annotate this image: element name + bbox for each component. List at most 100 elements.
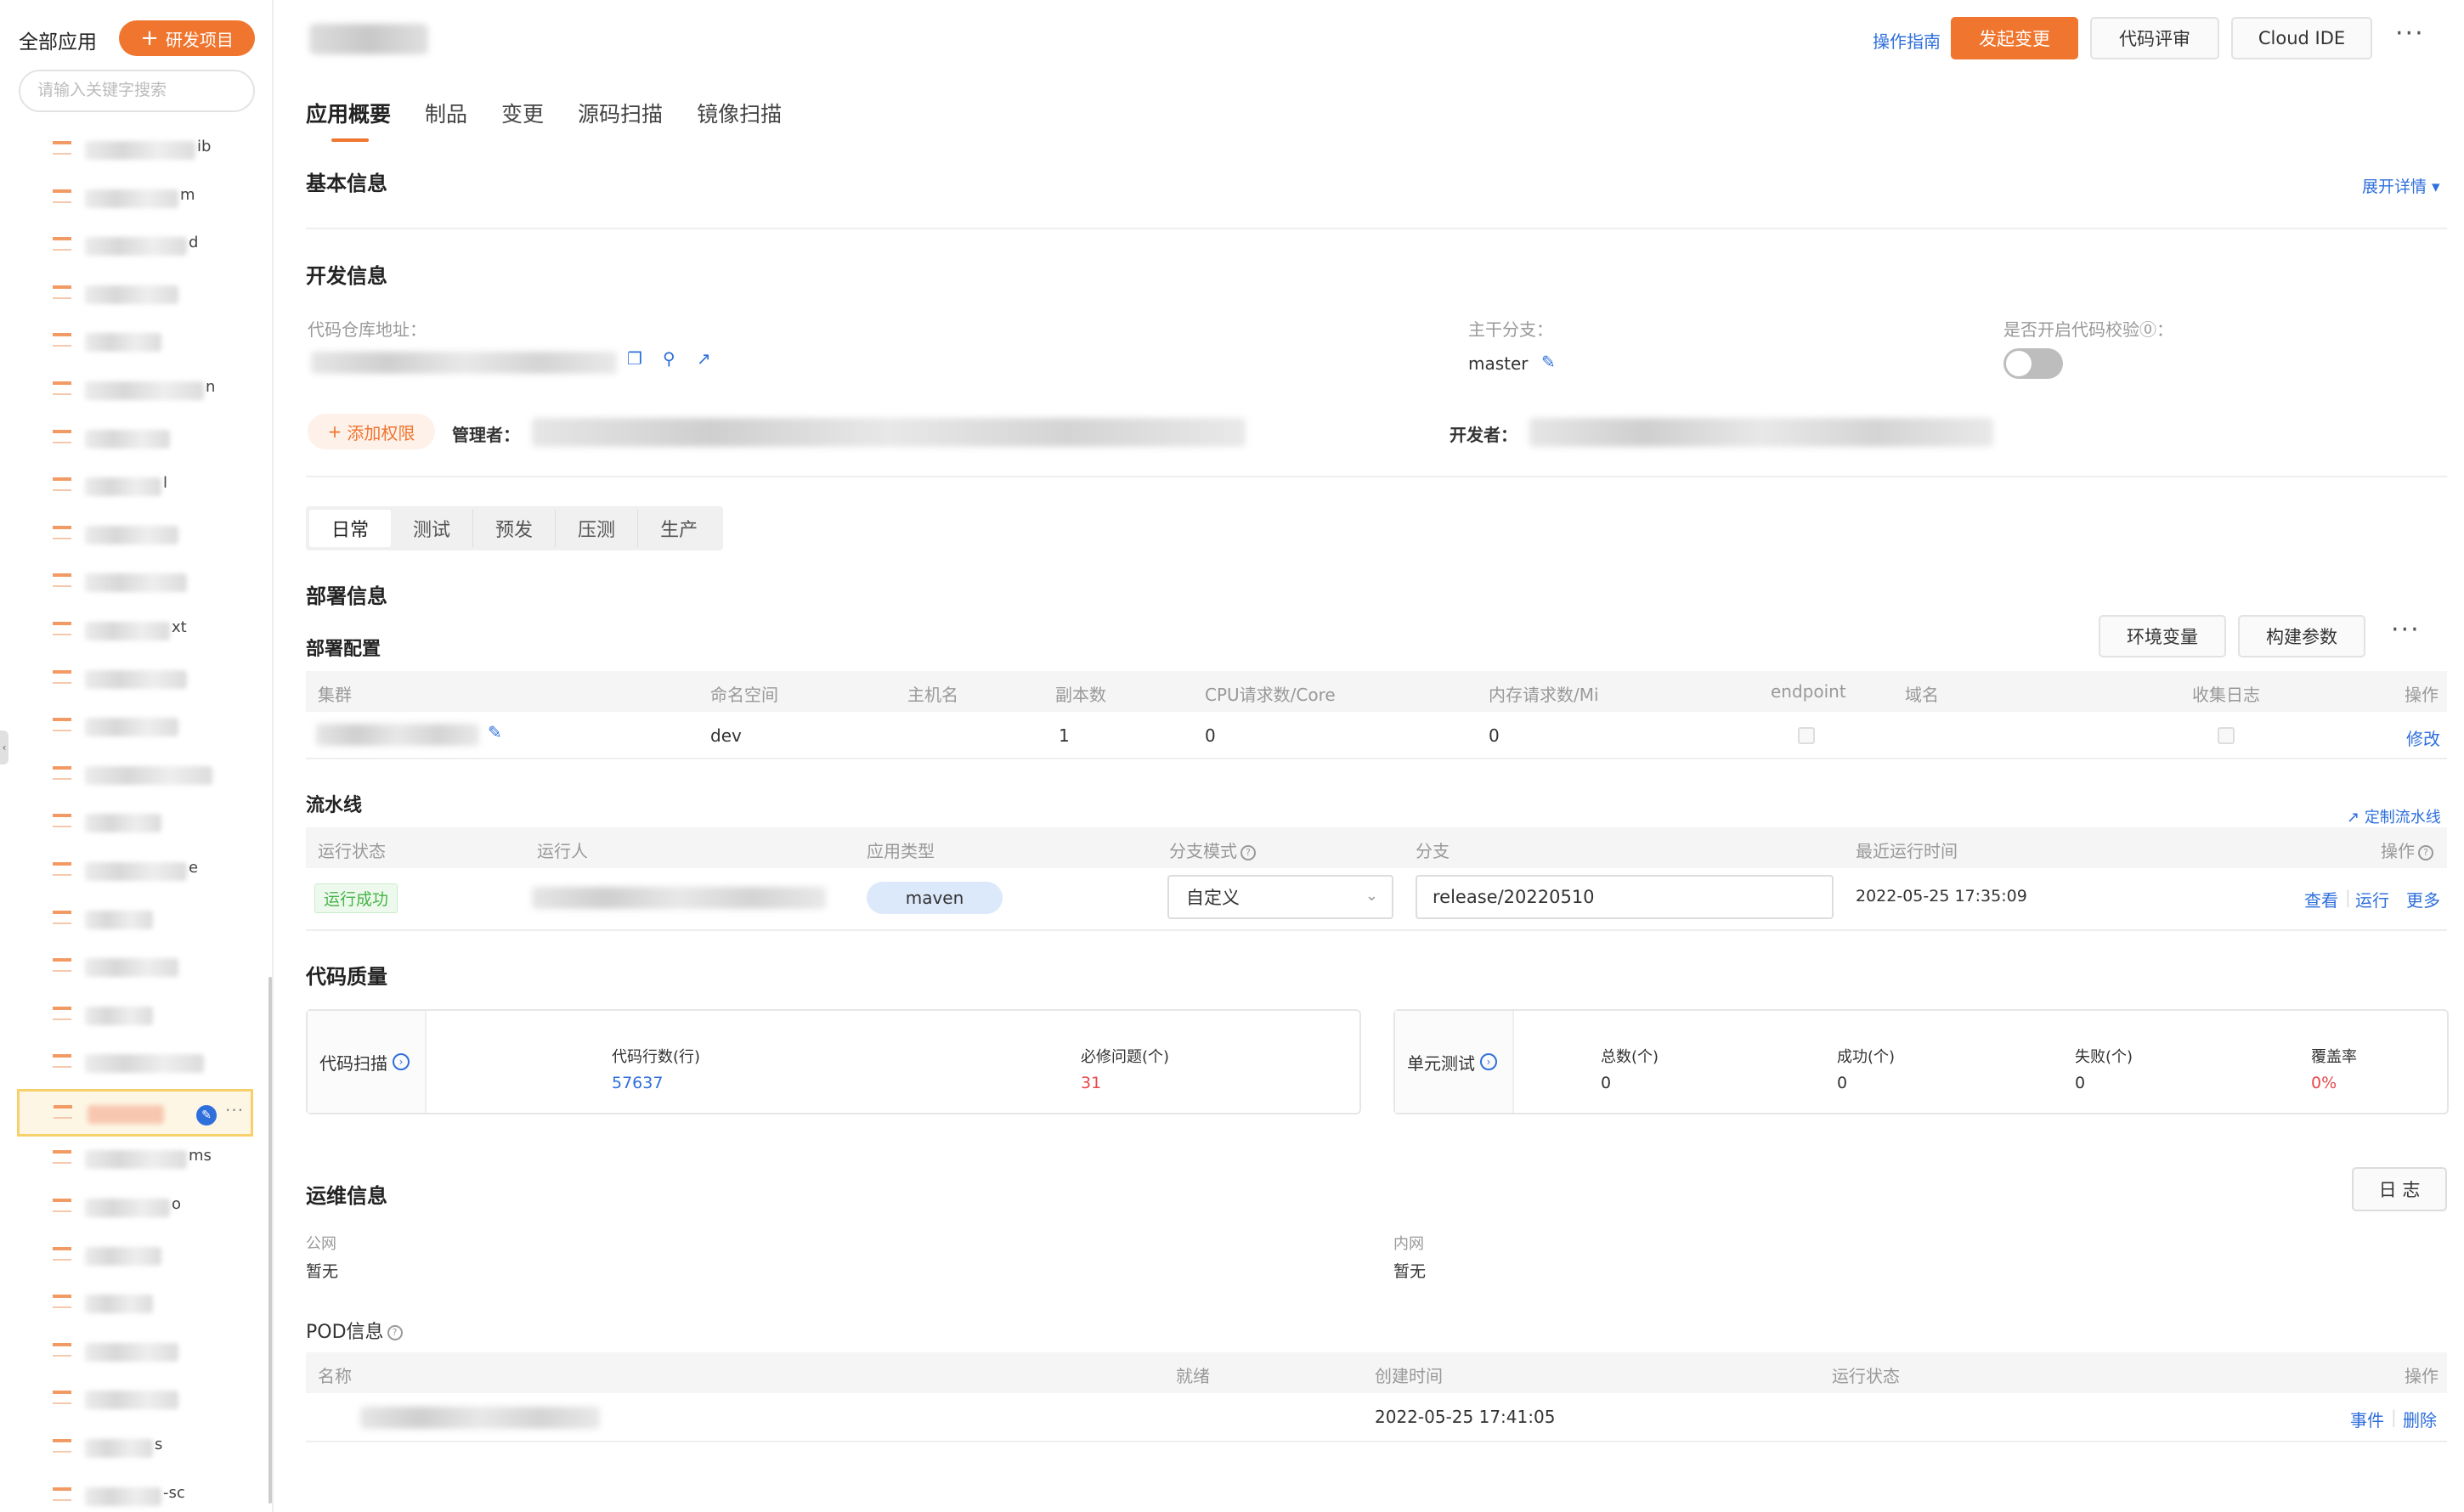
sidebar-app-item[interactable] [0, 272, 265, 320]
admin-list-redacted [532, 418, 1246, 447]
customize-pipeline-link[interactable]: ↗ 定制流水线 [2347, 805, 2441, 827]
sidebar-app-item[interactable] [0, 657, 265, 705]
sidebar-app-item[interactable]: ✎ ··· [17, 1088, 253, 1137]
sidebar-app-item[interactable] [0, 1329, 265, 1378]
cloud-ide-button[interactable]: Cloud IDE [2231, 17, 2372, 59]
sidebar-app-item[interactable] [0, 1281, 265, 1329]
pipeline-table-header: 运行状态 运行人 应用类型 分支模式? 分支 最近运行时间 操作? [306, 827, 2447, 868]
env-tab-daily[interactable]: 日常 [309, 510, 392, 547]
sidebar-app-item[interactable] [0, 560, 265, 608]
app-name-tail: l [163, 474, 168, 493]
collect-logs-checkbox[interactable] [2218, 727, 2235, 744]
code-check-toggle[interactable] [2003, 348, 2063, 379]
col-domain: 域名 [1905, 685, 1939, 705]
tab-overview[interactable]: 应用概要 [306, 98, 391, 142]
env-tab-test[interactable]: 测试 [391, 510, 474, 547]
more-icon[interactable]: ··· [2391, 615, 2421, 645]
env-tab-stress[interactable]: 压测 [556, 510, 639, 547]
must-fix-issues-value[interactable]: 31 [1081, 1074, 1101, 1092]
branch-mode-select[interactable]: 自定义 ⌄ [1167, 875, 1393, 919]
sidebar-app-item[interactable] [0, 897, 265, 945]
help-icon[interactable]: ? [1240, 844, 1256, 860]
edit-icon[interactable]: ✎ [488, 722, 502, 742]
tab-image-scan[interactable]: 镜像扫描 [697, 98, 782, 142]
tab-changes[interactable]: 变更 [501, 98, 544, 142]
add-permission-button[interactable]: + 添加权限 [308, 414, 435, 449]
unit-test-label[interactable]: 单元测试 › [1395, 1011, 1514, 1113]
build-params-button[interactable]: 构建参数 [2238, 615, 2365, 657]
sidebar-app-item[interactable]: o [0, 1185, 265, 1233]
copy-icon[interactable]: ❐ [627, 348, 642, 369]
app-icon [53, 1199, 71, 1213]
sidebar-app-item[interactable] [0, 1041, 265, 1089]
sidebar-app-item[interactable]: xt [0, 608, 265, 657]
collapse-sidebar-icon[interactable]: ‹ [0, 731, 8, 764]
sidebar-app-item[interactable] [0, 1233, 265, 1282]
branch-input[interactable]: release/20220510 [1416, 875, 1834, 919]
more-link[interactable]: 更多 [2406, 887, 2440, 911]
help-icon[interactable]: ? [2418, 844, 2433, 860]
initiate-change-button[interactable]: 发起变更 [1951, 17, 2078, 59]
sidebar-app-item[interactable]: l [0, 464, 265, 512]
sidebar-app-item[interactable]: s [0, 1425, 265, 1474]
sidebar-title: 全部应用 [19, 31, 97, 54]
guide-link[interactable]: 操作指南 [1873, 28, 1941, 53]
events-link[interactable]: 事件 [2350, 1407, 2384, 1431]
app-search-input[interactable] [19, 70, 255, 112]
sidebar-app-item[interactable] [0, 704, 265, 753]
sidebar-app-item[interactable]: n [0, 368, 265, 416]
sidebar-app-item[interactable] [0, 512, 265, 561]
edit-icon[interactable]: ✎ [1541, 352, 1556, 372]
tab-source-scan[interactable]: 源码扫描 [578, 98, 663, 142]
divider [306, 758, 2447, 759]
col-endpoint: endpoint [1771, 681, 1846, 702]
app-icon [53, 573, 71, 588]
sidebar-scrollbar[interactable] [268, 977, 272, 1504]
log-button[interactable]: 日 志 [2352, 1167, 2447, 1211]
col-run-status: 运行状态 [318, 841, 386, 861]
app-name-redacted [85, 477, 161, 497]
sidebar-app-item[interactable] [0, 800, 265, 849]
sidebar-app-item[interactable] [0, 1377, 265, 1425]
sidebar-app-item[interactable] [0, 416, 265, 465]
expand-details-link[interactable]: 展开详情 ▾ [2362, 174, 2440, 197]
tab-artifacts[interactable]: 制品 [425, 98, 467, 142]
help-icon[interactable]: ? [387, 1325, 403, 1340]
search-icon[interactable]: ⚲ [663, 348, 675, 369]
sidebar-app-item[interactable]: d [0, 223, 265, 272]
edit-icon[interactable]: ✎ [196, 1104, 217, 1126]
env-tab-prod[interactable]: 生产 [638, 510, 720, 547]
delete-link[interactable]: 删除 [2403, 1407, 2437, 1431]
sidebar-app-item[interactable] [0, 753, 265, 801]
sidebar-app-item[interactable]: ms [0, 1137, 265, 1185]
new-project-button[interactable]: + 研发项目 [119, 20, 255, 56]
col-namespace: 命名空间 [710, 685, 778, 705]
env-tab-pre[interactable]: 预发 [473, 510, 557, 547]
app-name-redacted [85, 669, 187, 689]
app-icon [53, 1391, 71, 1405]
sidebar-app-item[interactable] [0, 945, 265, 993]
env-vars-button[interactable]: 环境变量 [2099, 615, 2226, 657]
sidebar-app-item[interactable] [0, 993, 265, 1041]
sidebar-app-item[interactable]: ib [0, 127, 265, 176]
run-link[interactable]: 运行 [2355, 887, 2389, 911]
external-link-icon[interactable]: ↗ [697, 348, 711, 369]
endpoint-checkbox[interactable] [1798, 727, 1815, 744]
lines-of-code-value[interactable]: 57637 [612, 1074, 663, 1092]
failed-tests-label: 失败(个) [2075, 1048, 2133, 1066]
view-link[interactable]: 查看 [2304, 887, 2338, 911]
code-scan-label[interactable]: 代码扫描 › [308, 1011, 427, 1113]
sidebar-app-item[interactable] [0, 319, 265, 368]
modify-link[interactable]: 修改 [2406, 725, 2440, 750]
code-scan-card: 代码扫描 › 代码行数(行) 57637 必修问题(个) 31 [306, 1009, 1361, 1114]
sidebar-app-item[interactable]: e [0, 849, 265, 897]
more-icon[interactable]: ··· [2395, 19, 2425, 48]
sidebar-header: 全部应用 [19, 25, 97, 54]
more-icon[interactable]: ··· [225, 1100, 244, 1120]
sidebar-app-item[interactable]: m [0, 176, 265, 224]
app-name-tail: -sc [163, 1483, 185, 1502]
code-review-button[interactable]: 代码评审 [2090, 17, 2219, 59]
main-branch-value: master [1468, 353, 1529, 374]
app-icon [53, 718, 71, 732]
sidebar-app-item[interactable]: -sc [0, 1474, 265, 1512]
